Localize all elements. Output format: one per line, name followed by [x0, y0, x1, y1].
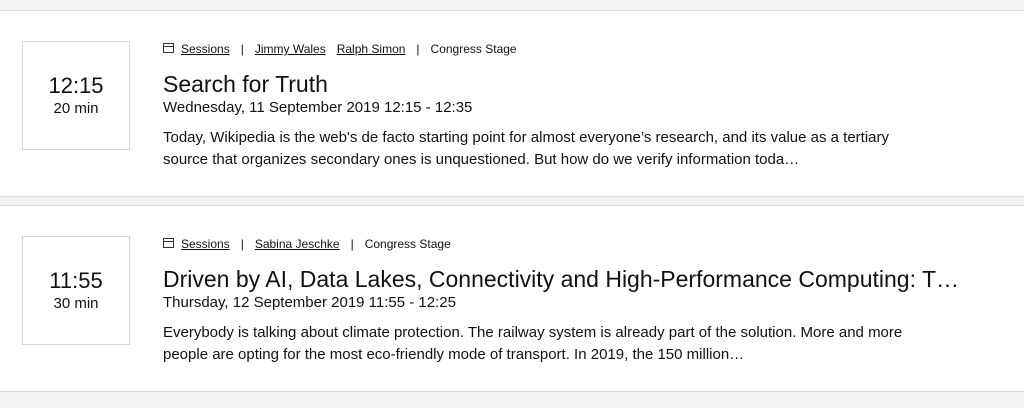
session-datetime: Wednesday, 11 September 2019 12:15 - 12:… — [163, 99, 473, 116]
category-link[interactable]: Sessions — [181, 236, 230, 252]
speaker-link[interactable]: Jimmy Wales — [255, 41, 326, 57]
calendar-icon — [163, 238, 174, 248]
separator: | — [350, 237, 354, 251]
session-duration: 20 min — [53, 100, 99, 117]
session-meta: Sessions | Jimmy Wales Ralph Simon | Con… — [163, 41, 1008, 57]
session-meta: Sessions | Sabina Jeschke | Congress Sta… — [163, 236, 1008, 252]
session-title[interactable]: Driven by AI, Data Lakes, Connectivity a… — [163, 265, 1008, 293]
session-card[interactable]: 12:15 20 min Sessions | Jimmy Wales Ralp… — [0, 10, 1024, 197]
session-card[interactable]: 11:55 30 min Sessions | Sabina Jeschke |… — [0, 205, 1024, 392]
session-duration: 30 min — [53, 295, 99, 312]
session-description: Everybody is talking about climate prote… — [163, 324, 903, 363]
separator: | — [416, 42, 420, 56]
session-content: Sessions | Sabina Jeschke | Congress Sta… — [163, 236, 1008, 366]
session-title[interactable]: Search for Truth — [163, 70, 1008, 98]
stage-label: Congress Stage — [430, 42, 517, 56]
speaker-link[interactable]: Ralph Simon — [337, 41, 406, 57]
calendar-icon — [163, 43, 174, 53]
session-start-time: 12:15 — [48, 73, 104, 98]
session-start-time: 11:55 — [49, 268, 103, 293]
speaker-link[interactable]: Sabina Jeschke — [255, 236, 340, 252]
session-content: Sessions | Jimmy Wales Ralph Simon | Con… — [163, 41, 1008, 171]
session-datetime: Thursday, 12 September 2019 11:55 - 12:2… — [163, 294, 456, 311]
separator: | — [240, 237, 244, 251]
stage-label: Congress Stage — [364, 237, 451, 251]
session-time-box: 11:55 30 min — [22, 236, 130, 345]
session-time-box: 12:15 20 min — [22, 41, 130, 150]
session-description: Today, Wikipedia is the web's de facto s… — [163, 129, 889, 168]
category-link[interactable]: Sessions — [181, 41, 230, 57]
separator: | — [240, 42, 244, 56]
